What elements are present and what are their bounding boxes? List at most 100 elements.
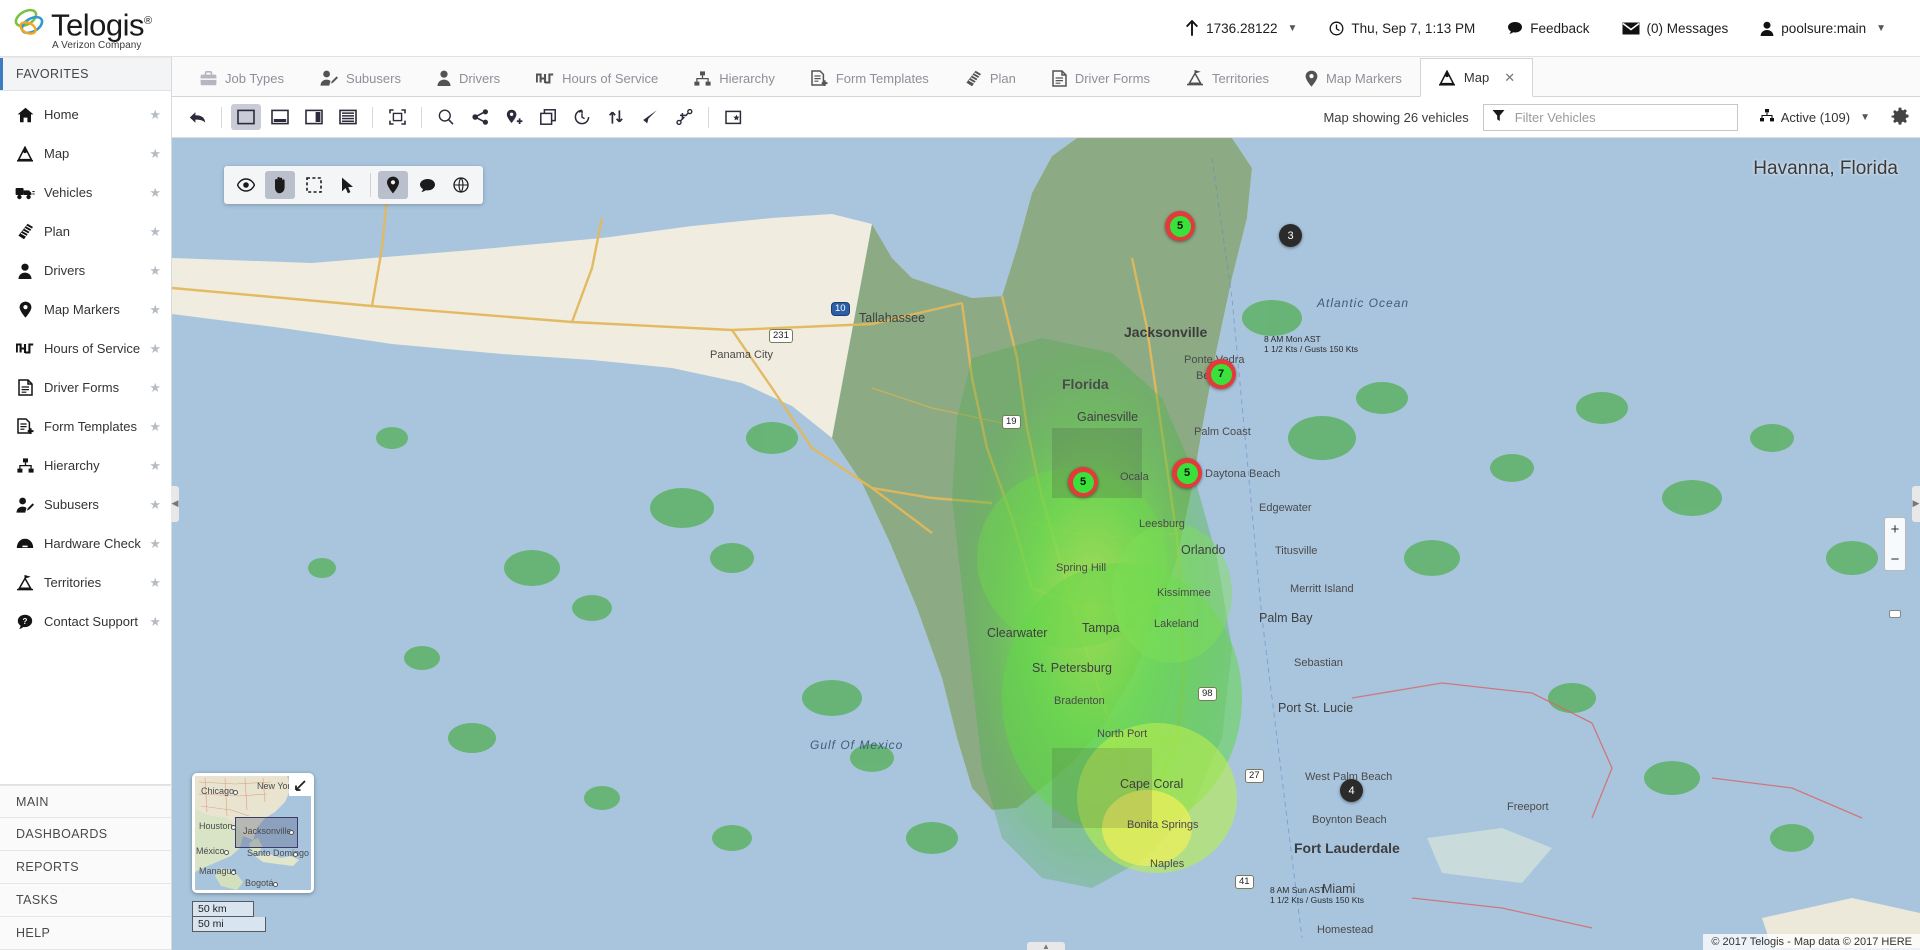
sidebar-item-home[interactable]: Home ★ — [0, 95, 171, 134]
favorite-star-icon[interactable]: ★ — [149, 419, 161, 435]
zoom-slider-thumb[interactable] — [1889, 610, 1901, 618]
search-button[interactable] — [431, 104, 461, 130]
route-swap-button[interactable] — [601, 104, 631, 130]
sidebar-item-contact-support[interactable]: ? Contact Support ★ — [0, 602, 171, 641]
map-scale-bar: 50 km 50 mi — [192, 901, 266, 932]
pan-hand-icon[interactable] — [265, 171, 295, 199]
tab-hours-of-service[interactable]: Hours of Service — [518, 58, 676, 97]
tab-plan[interactable]: Plan — [947, 58, 1034, 97]
favorite-star-icon[interactable]: ★ — [149, 107, 161, 123]
zoom-out-button[interactable]: − — [1884, 548, 1906, 570]
sidebar-item-hierarchy[interactable]: Hierarchy ★ — [0, 446, 171, 485]
active-group-dropdown[interactable]: Active (109) ▼ — [1759, 109, 1870, 125]
favorite-view-button[interactable] — [718, 104, 748, 130]
sidebar-section-reports[interactable]: REPORTS — [0, 851, 171, 884]
favorite-star-icon[interactable]: ★ — [149, 341, 161, 357]
sidebar-item-map[interactable]: Map ★ — [0, 134, 171, 173]
sidebar-item-map-markers[interactable]: Map Markers ★ — [0, 290, 171, 329]
feedback-button[interactable]: Feedback — [1491, 21, 1605, 36]
chevron-down-icon: ▼ — [1860, 111, 1870, 123]
sidebar-item-territories[interactable]: Territories ★ — [0, 563, 171, 602]
sidebar-item-driver-forms[interactable]: Driver Forms ★ — [0, 368, 171, 407]
place-pin-icon[interactable] — [378, 171, 408, 199]
sidebar-item-subusers[interactable]: Subusers ★ — [0, 485, 171, 524]
tab-hierarchy[interactable]: Hierarchy — [676, 58, 793, 97]
user-menu[interactable]: poolsure:main ▼ — [1744, 21, 1902, 36]
tab-form-templates[interactable]: Form Templates — [793, 58, 947, 97]
minimap[interactable]: Chicago New York Houston Jacksonville México… — [192, 773, 314, 893]
tab-drivers[interactable]: Drivers — [419, 58, 518, 97]
vehicle-cluster-marker[interactable]: 7 — [1206, 359, 1236, 389]
sidebar-item-hardware-check[interactable]: Hardware Check ★ — [0, 524, 171, 563]
fit-bounds-button[interactable] — [382, 104, 412, 130]
favorite-star-icon[interactable]: ★ — [149, 458, 161, 474]
vehicle-cluster-marker[interactable]: 5 — [1068, 467, 1098, 497]
back-arrow-button[interactable] — [182, 104, 212, 130]
sidebar-item-vehicles[interactable]: Vehicles ★ — [0, 173, 171, 212]
favorite-star-icon[interactable]: ★ — [149, 497, 161, 513]
sidebar-item-form-templates[interactable]: Form Templates ★ — [0, 407, 171, 446]
share-button[interactable] — [465, 104, 495, 130]
tab-map-markers[interactable]: Map Markers — [1287, 58, 1420, 97]
filter-vehicles-box[interactable] — [1482, 103, 1738, 131]
favorite-star-icon[interactable]: ★ — [149, 614, 161, 630]
favorite-star-icon[interactable]: ★ — [149, 146, 161, 162]
brand-logo[interactable]: Telogis® A Verizon Company — [0, 0, 172, 56]
tab-driver-forms[interactable]: Driver Forms — [1034, 58, 1168, 97]
messages-button[interactable]: (0) Messages — [1606, 21, 1745, 36]
zoom-in-button[interactable]: + — [1884, 518, 1906, 540]
right-panel-handle[interactable]: ▶ — [1912, 485, 1920, 522]
search-input[interactable] — [1514, 109, 1729, 125]
sidebar-item-hours-of-service[interactable]: Hours of Service ★ — [0, 329, 171, 368]
favorite-star-icon[interactable]: ★ — [149, 185, 161, 201]
zoom-control[interactable]: + − — [1884, 517, 1906, 618]
marquee-select-icon[interactable] — [299, 171, 329, 199]
close-icon[interactable]: ✕ — [1504, 70, 1515, 86]
sidebar-section-dashboards[interactable]: DASHBOARDS — [0, 818, 171, 851]
panel-right-button[interactable] — [299, 104, 329, 130]
tab-subusers[interactable]: Subusers — [302, 58, 419, 97]
version-menu[interactable]: 1736.28122 ▼ — [1169, 20, 1313, 36]
add-marker-button[interactable] — [499, 104, 529, 130]
favorite-star-icon[interactable]: ★ — [149, 224, 161, 240]
favorite-star-icon[interactable]: ★ — [149, 380, 161, 396]
tab-job-types[interactable]: Job Types — [182, 58, 302, 97]
hierarchy-icon — [14, 458, 36, 473]
sidebar-section-tasks[interactable]: TASKS — [0, 884, 171, 917]
sidebar-collapse-handle[interactable]: ◀ — [171, 485, 179, 522]
favorite-star-icon[interactable]: ★ — [149, 263, 161, 279]
copy-button[interactable] — [533, 104, 563, 130]
collapse-icon[interactable] — [289, 776, 311, 796]
settings-button[interactable] — [1890, 107, 1910, 127]
history-button[interactable] — [567, 104, 597, 130]
panel-list-button[interactable] — [333, 104, 363, 130]
favorite-star-icon[interactable]: ★ — [149, 302, 161, 318]
bottom-panel-handle[interactable]: ▲ — [1027, 942, 1065, 950]
vehicle-cluster-marker[interactable]: 5 — [1165, 211, 1195, 241]
map-icon — [1438, 69, 1456, 86]
tab-map[interactable]: Map ✕ — [1419, 58, 1534, 97]
sidebar-item-drivers[interactable]: Drivers ★ — [0, 251, 171, 290]
hos-icon — [536, 71, 554, 86]
measure-button[interactable] — [669, 104, 699, 130]
map-canvas[interactable]: Atlantic Ocean Gulf Of Mexico Tallahassee J… — [172, 138, 1920, 950]
vehicle-cluster-marker[interactable]: 5 — [1172, 458, 1202, 488]
map-location-label: Havanna, Florida — [1753, 158, 1898, 179]
panel-bottom-button[interactable] — [265, 104, 295, 130]
globe-layers-icon[interactable] — [446, 171, 476, 199]
radar-annotation: 1 1/2 Kts / Gusts 150 Kts — [1270, 895, 1365, 905]
favorite-star-icon[interactable]: ★ — [149, 575, 161, 591]
pointer-route-button[interactable] — [635, 104, 665, 130]
favorite-star-icon[interactable]: ★ — [149, 536, 161, 552]
comment-icon[interactable] — [412, 171, 442, 199]
add-marker-icon — [506, 109, 523, 126]
tab-territories[interactable]: Territories — [1168, 58, 1287, 97]
sidebar-section-main[interactable]: MAIN — [0, 785, 171, 818]
visibility-icon[interactable] — [231, 171, 261, 199]
panel-none-button[interactable] — [231, 104, 261, 130]
pointer-select-icon[interactable] — [333, 171, 363, 199]
sidebar-section-help[interactable]: HELP — [0, 917, 171, 950]
vehicle-cluster-marker[interactable]: 3 — [1279, 224, 1302, 247]
vehicle-cluster-marker[interactable]: 4 — [1340, 779, 1363, 802]
sidebar-item-plan[interactable]: Plan ★ — [0, 212, 171, 251]
